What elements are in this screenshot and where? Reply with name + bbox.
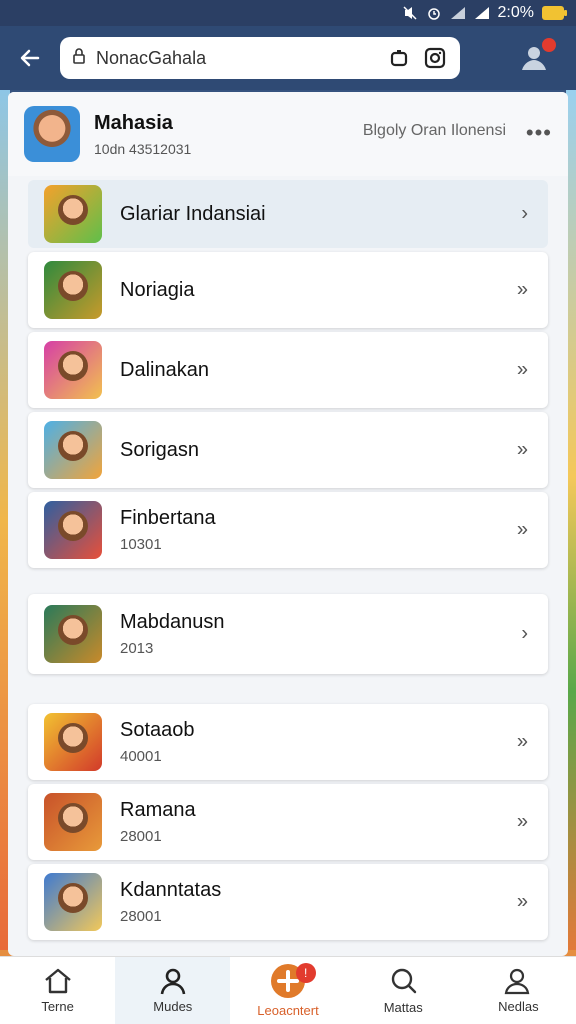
nav-label: Leoacntert xyxy=(257,1003,319,1018)
battery-icon xyxy=(542,6,567,20)
content-panel: Mahasia 10dn 43512031 Blgoly Oran Ilonen… xyxy=(8,92,568,956)
item-name: Finbertana xyxy=(120,507,216,529)
nav-badge: ! xyxy=(295,963,316,983)
nav-label: Terne xyxy=(41,999,74,1014)
double-chevron-right-icon: » xyxy=(516,438,528,461)
featured-item[interactable]: Mahasia 10dn 43512031 Blgoly Oran Ilonen… xyxy=(8,92,568,176)
game-list: Glariar Indansiai › Noriagia » Dalinakan… xyxy=(8,176,568,940)
game-thumbnail xyxy=(44,185,102,243)
lock-icon xyxy=(72,47,86,70)
item-count: 10301 xyxy=(120,536,162,553)
chevron-right-icon: › xyxy=(521,622,528,645)
game-thumbnail xyxy=(44,793,102,851)
network-icon xyxy=(474,5,490,21)
app-header: NonacGahala xyxy=(0,26,576,90)
arrow-left-icon xyxy=(20,49,40,67)
status-bar: 2:0% xyxy=(0,0,576,26)
list-item[interactable]: Sotaaob 40001 » xyxy=(28,704,548,780)
item-name: Dalinakan xyxy=(120,358,209,381)
nav-search[interactable]: Mattas xyxy=(346,957,461,1024)
item-name: Sotaaob xyxy=(120,719,195,741)
people-icon xyxy=(505,968,530,995)
double-chevron-right-icon: » xyxy=(516,358,528,381)
item-count: 28001 xyxy=(120,908,162,925)
refresh-icon[interactable] xyxy=(386,45,412,71)
nav-account[interactable]: Nedlas xyxy=(461,957,576,1024)
double-chevron-right-icon: » xyxy=(516,278,528,301)
avatar xyxy=(24,106,80,162)
game-thumbnail xyxy=(44,341,102,399)
game-thumbnail xyxy=(44,501,102,559)
double-chevron-right-icon: » xyxy=(516,730,528,753)
nav-profile[interactable]: Mudes xyxy=(115,957,231,1024)
list-item[interactable]: Glariar Indansiai › xyxy=(28,180,548,248)
featured-subtitle: 10dn 43512031 xyxy=(94,140,192,157)
item-count: 40001 xyxy=(120,748,162,765)
list-item[interactable]: Ramana 28001 » xyxy=(28,784,548,860)
notification-badge xyxy=(542,38,556,52)
list-item[interactable]: Dalinakan » xyxy=(28,332,548,408)
search-bar[interactable]: NonacGahala xyxy=(60,37,460,79)
item-name: Glariar Indansiai xyxy=(120,202,266,225)
double-chevron-right-icon: » xyxy=(516,518,528,541)
game-thumbnail xyxy=(44,605,102,663)
home-icon xyxy=(44,968,71,994)
back-button[interactable] xyxy=(0,26,60,90)
item-count: 28001 xyxy=(120,828,162,845)
nav-label: Nedlas xyxy=(498,999,539,1014)
item-name: Kdanntatas xyxy=(120,879,222,901)
game-thumbnail xyxy=(44,713,102,771)
nav-label: Mattas xyxy=(383,1000,423,1015)
list-item[interactable]: Finbertana 10301 » xyxy=(28,492,548,568)
bottom-navigation: Terne Mudes ! Leoacntert Mattas Nedlas xyxy=(0,956,576,1024)
search-icon xyxy=(392,968,417,994)
more-options-button[interactable]: ••• xyxy=(526,120,552,146)
alarm-icon xyxy=(426,5,442,21)
list-item[interactable]: Mabdanusn 2013 › xyxy=(28,594,548,674)
game-thumbnail xyxy=(44,873,102,931)
item-name: Noriagia xyxy=(120,278,195,301)
list-item[interactable]: Noriagia » xyxy=(28,252,548,328)
camera-icon[interactable] xyxy=(422,45,448,71)
nav-add[interactable]: ! Leoacntert xyxy=(230,957,345,1024)
signal-icon xyxy=(450,5,466,21)
item-name: Mabdanusn xyxy=(120,611,225,633)
chevron-right-icon: › xyxy=(521,202,528,225)
item-name: Ramana xyxy=(120,799,196,821)
list-item[interactable]: Sorigasn » xyxy=(28,412,548,488)
nav-label: Mudes xyxy=(153,999,193,1014)
item-count: 2013 xyxy=(120,640,154,657)
mute-icon xyxy=(402,5,418,21)
double-chevron-right-icon: » xyxy=(516,890,528,913)
list-item[interactable]: Kdanntatas 28001 » xyxy=(28,864,548,940)
featured-title: Mahasia xyxy=(94,111,173,134)
featured-right-text: Blgoly Oran Ilonensi xyxy=(362,122,506,139)
game-thumbnail xyxy=(44,261,102,319)
person-icon xyxy=(160,968,186,995)
item-name: Sorigasn xyxy=(120,438,199,461)
search-input[interactable]: NonacGahala xyxy=(96,48,376,69)
double-chevron-right-icon: » xyxy=(516,810,528,833)
profile-button[interactable] xyxy=(518,38,556,74)
status-time: 2:0% xyxy=(497,4,534,21)
game-thumbnail xyxy=(44,421,102,479)
nav-home[interactable]: Terne xyxy=(0,957,115,1024)
